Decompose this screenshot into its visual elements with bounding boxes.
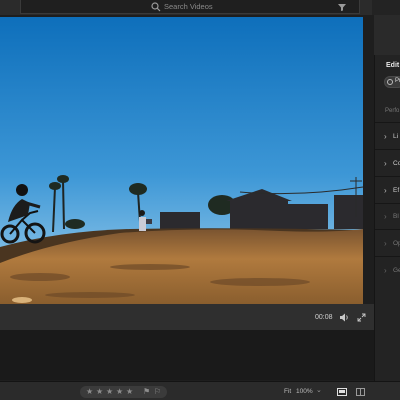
star-icon[interactable]: ★	[106, 386, 113, 398]
section-effects[interactable]: Ef	[393, 187, 399, 194]
performance-label: Perfo	[385, 108, 400, 114]
section-light[interactable]: Li	[393, 133, 398, 140]
fullscreen-icon[interactable]	[357, 313, 366, 322]
reject-flag-icon[interactable]: ⚐	[154, 386, 161, 398]
single-view-icon[interactable]	[337, 388, 347, 396]
section-divider	[375, 229, 400, 230]
chevron-right-icon[interactable]: ›	[384, 186, 387, 195]
timeline-area[interactable]	[0, 330, 374, 380]
chevron-right-icon[interactable]: ›	[384, 159, 387, 168]
zoom-value[interactable]: 100%	[296, 388, 313, 395]
chevron-right-icon: ›	[384, 239, 387, 248]
playback-time: 00:08	[315, 314, 333, 321]
star-icon[interactable]: ★	[96, 386, 103, 398]
preset-icon	[387, 79, 393, 85]
section-geometry: Ge	[393, 267, 400, 274]
section-divider	[375, 256, 400, 257]
search-icon[interactable]	[151, 2, 161, 12]
section-divider	[375, 176, 400, 177]
search-input[interactable]: Search Videos	[164, 2, 213, 12]
chevron-right-icon: ›	[384, 266, 387, 275]
edit-heading: Edit	[386, 62, 400, 69]
volume-icon[interactable]	[339, 313, 349, 322]
star-icon[interactable]: ★	[86, 386, 93, 398]
section-divider	[375, 203, 400, 204]
preset-label: Pr	[395, 78, 400, 84]
star-icon[interactable]: ★	[126, 386, 133, 398]
filter-icon[interactable]	[337, 2, 347, 12]
top-bar-right-area	[372, 0, 400, 15]
chevron-right-icon[interactable]: ›	[384, 132, 387, 141]
section-divider	[375, 149, 400, 150]
zoom-label[interactable]: Fit	[284, 388, 291, 395]
chevron-down-icon[interactable]: ⌄	[316, 386, 322, 394]
right-panel-header	[374, 15, 400, 55]
right-edit-panel	[374, 15, 400, 400]
section-blur: Bl	[393, 213, 399, 220]
compare-view-icon[interactable]	[356, 388, 365, 396]
video-preview[interactable]	[0, 17, 363, 304]
section-optics: Op	[393, 240, 400, 247]
star-icon[interactable]: ★	[116, 386, 123, 398]
section-divider	[375, 122, 400, 123]
flag-icon[interactable]: ⚑	[143, 386, 150, 398]
chevron-right-icon: ›	[384, 212, 387, 221]
section-color[interactable]: Co	[393, 160, 400, 167]
